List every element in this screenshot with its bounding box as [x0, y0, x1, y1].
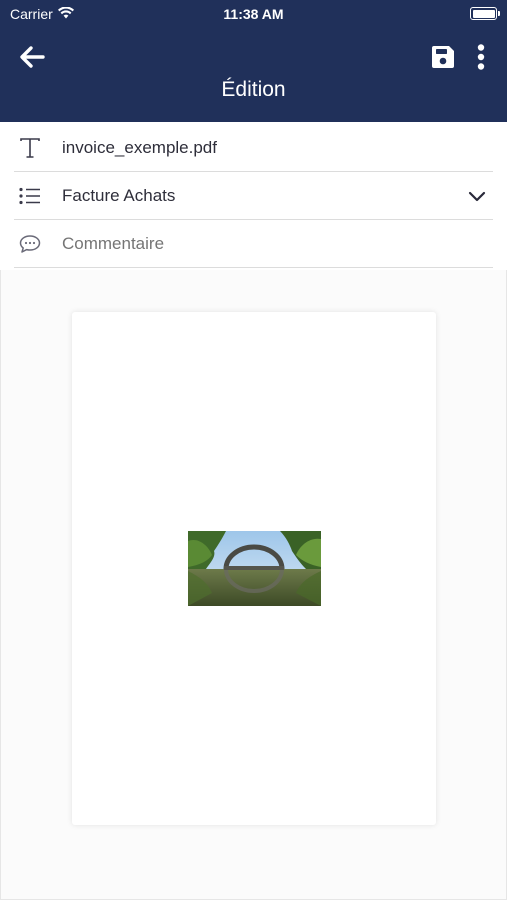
- battery-icon: [470, 7, 500, 20]
- floppy-disk-icon: [431, 45, 455, 74]
- edit-screen: Carrier 11:38 AM Édition invoice_exemple…: [0, 0, 507, 900]
- more-vertical-icon: [477, 43, 485, 75]
- category-value: Facture Achats: [62, 185, 176, 205]
- category-select[interactable]: Facture Achats: [14, 172, 493, 220]
- back-button[interactable]: [16, 44, 48, 74]
- list-icon: [14, 184, 48, 208]
- more-options-button[interactable]: [468, 43, 494, 75]
- arrow-left-icon: [19, 45, 45, 74]
- status-time: 11:38 AM: [223, 6, 284, 22]
- filename-row[interactable]: invoice_exemple.pdf: [14, 124, 493, 172]
- preview-image: [188, 531, 321, 606]
- header-bar: Carrier 11:38 AM Édition: [0, 0, 507, 122]
- save-button[interactable]: [428, 44, 458, 74]
- page-title: Édition: [221, 78, 286, 101]
- chevron-down-icon[interactable]: [467, 186, 487, 206]
- comment-input[interactable]: [62, 233, 442, 254]
- comment-icon: [14, 232, 48, 256]
- text-icon: [14, 136, 48, 160]
- status-bar: Carrier 11:38 AM: [0, 0, 507, 28]
- comment-row[interactable]: [14, 220, 493, 268]
- filename-text: invoice_exemple.pdf: [62, 137, 217, 157]
